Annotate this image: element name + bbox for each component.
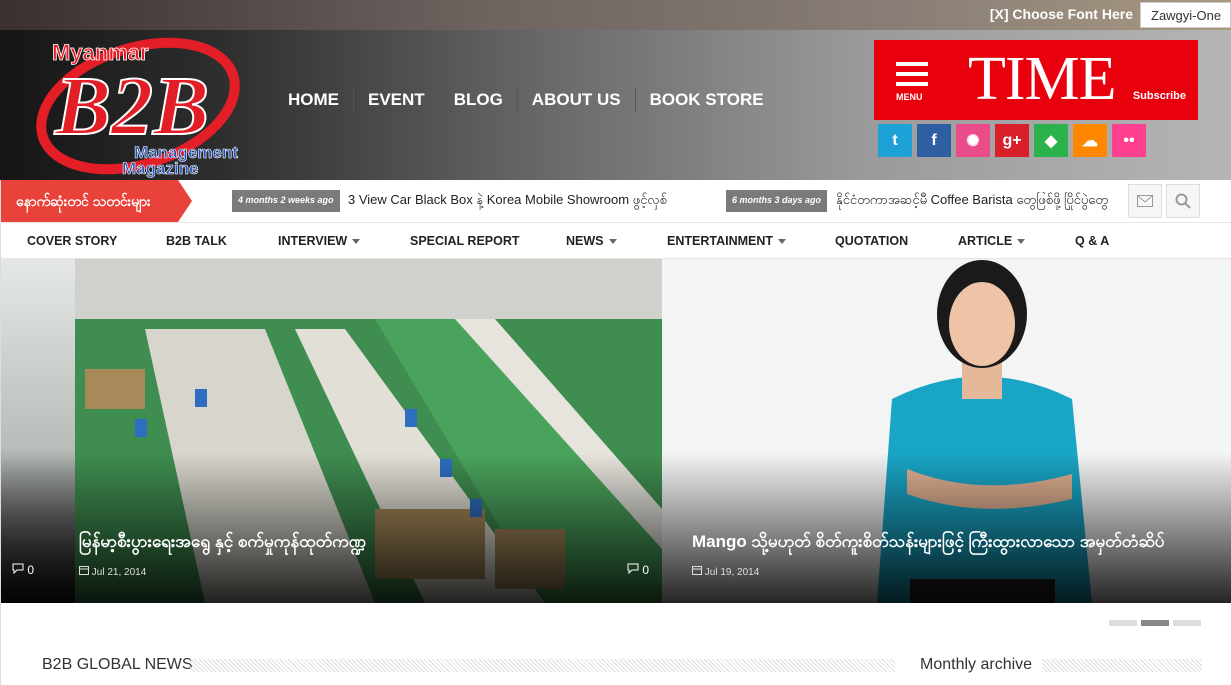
ticker-headline[interactable]: 3 View Car Black Box နဲ့ Korea Mobile Sh… (348, 192, 667, 211)
slider-pagination (1109, 620, 1201, 626)
slider-dot[interactable] (1109, 620, 1137, 626)
ticker-time-badge: 4 months 2 weeks ago (232, 190, 340, 212)
comment-icon (627, 563, 639, 575)
cat-label: SPECIAL REPORT (410, 234, 520, 248)
cat-label: INTERVIEW (278, 234, 348, 248)
slide-title[interactable]: မြန်မာ့စီးပွားရေးအရွေ နှင့် စက်မှုကုန်ထု… (79, 531, 366, 556)
cat-label: QUOTATION (835, 234, 909, 248)
cat-special-report[interactable]: SPECIAL REPORT (410, 234, 520, 248)
cat-label: B2B TALK (166, 234, 227, 248)
feedly-icon[interactable]: ◆ (1034, 124, 1068, 157)
cat-article[interactable]: ARTICLE (958, 234, 1026, 248)
nav-home[interactable]: HOME (274, 88, 354, 112)
soundcloud-icon[interactable]: ☁ (1073, 124, 1107, 157)
b2b-logo[interactable]: B2B Myanmar Management Magazine (30, 34, 270, 178)
ad-menu-label: MENU (896, 92, 923, 102)
comment-icon (12, 563, 24, 575)
slide-mango[interactable]: Mango သို့မဟုတ် စိတ်ကူးစိတ်သန်းများဖြင့်… (662, 259, 1231, 603)
cat-label: ENTERTAINMENT (667, 234, 774, 248)
chevron-down-icon (608, 239, 617, 245)
google-plus-icon[interactable]: g+ (995, 124, 1029, 157)
logo-mark: B2B (54, 60, 209, 153)
slider-dot[interactable] (1173, 620, 1201, 626)
cat-q-and-a[interactable]: Q & A (1075, 234, 1109, 248)
slide-title[interactable]: Mango သို့မဟုတ် စိတ်ကူးစိတ်သန်းများဖြင့်… (692, 531, 1164, 556)
nav-blog[interactable]: BLOG (440, 88, 518, 112)
nav-event[interactable]: EVENT (354, 88, 440, 112)
ad-subscribe: Subscribe (1132, 90, 1186, 102)
cat-news[interactable]: NEWS (566, 234, 617, 248)
cat-label: ARTICLE (958, 234, 1013, 248)
section-divider (190, 659, 895, 672)
time-ad-banner[interactable]: MENU TIME Subscribe (874, 40, 1198, 120)
section-title-global-news: B2B GLOBAL NEWS (42, 656, 193, 673)
flickr-icon[interactable]: •• (1112, 124, 1146, 157)
search-icon[interactable] (1166, 184, 1200, 218)
cat-entertainment[interactable]: ENTERTAINMENT (667, 234, 787, 248)
nav-about-us[interactable]: ABOUT US (518, 88, 636, 112)
logo-line1: Myanmar (52, 40, 149, 65)
slide-comment-count: 0 (627, 563, 649, 577)
twitter-icon[interactable]: t (878, 124, 912, 157)
slider-dot[interactable] (1141, 620, 1169, 626)
nav-book-store[interactable]: BOOK STORE (636, 88, 778, 112)
featured-slider: 0 မြန်မာ့စီးပွားရေးအရွေ နှင့် စက်မှုကုန်… (0, 259, 1231, 603)
facebook-icon[interactable]: f (917, 124, 951, 157)
cat-cover-story[interactable]: COVER STORY (27, 234, 117, 248)
top-strip: [X] Choose Font Here Zawgyi-One (0, 0, 1231, 30)
page-border (0, 180, 1, 685)
slide-factory[interactable]: မြန်မာ့စီးပွားရေးအရွေ နှင့် စက်မှုကုန်ထု… (75, 259, 662, 603)
slide-date: Jul 19, 2014 (692, 565, 759, 578)
social-icons: t f ✺ g+ ◆ ☁ •• (878, 124, 1146, 157)
section-divider (1042, 659, 1202, 672)
slide-date: Jul 21, 2014 (79, 565, 146, 578)
section-title-monthly-archive: Monthly archive (920, 656, 1033, 673)
calendar-icon (692, 566, 702, 575)
choose-font-link[interactable]: [X] Choose Font Here (990, 6, 1133, 22)
main-nav: HOME EVENT BLOG ABOUT US BOOK STORE (274, 88, 778, 112)
calendar-icon (79, 566, 89, 575)
cat-label: NEWS (566, 234, 604, 248)
cat-b2b-talk[interactable]: B2B TALK (166, 234, 227, 248)
ticker-time-badge: 6 months 3 days ago (726, 190, 828, 212)
ad-brand: TIME (968, 45, 1117, 113)
logo-line3: Magazine (122, 159, 199, 178)
cat-label: COVER STORY (27, 234, 118, 248)
ticker-headline[interactable]: နိုင်ငံတကာအဆင့်မီ Coffee Barista တွေဖြစ်… (836, 192, 1126, 211)
slide-comment-count: 0 (12, 563, 34, 577)
site-header: B2B Myanmar Management Magazine HOME EVE… (0, 30, 1231, 180)
cat-label: Q & A (1075, 234, 1110, 248)
hamburger-icon (896, 62, 928, 92)
ticker-label: နောက်ဆုံးတင် သတင်းများ (0, 180, 192, 222)
prev-slide-peek[interactable]: 0 (0, 259, 75, 603)
font-select[interactable]: Zawgyi-One (1140, 2, 1231, 28)
dribbble-icon[interactable]: ✺ (956, 124, 990, 157)
category-menu: COVER STORY B2B TALK INTERVIEW SPECIAL R… (0, 222, 1231, 259)
chevron-down-icon (778, 239, 787, 245)
cat-interview[interactable]: INTERVIEW (278, 234, 361, 248)
cat-quotation[interactable]: QUOTATION (835, 234, 908, 248)
mail-icon[interactable] (1128, 184, 1162, 218)
chevron-down-icon (352, 239, 361, 245)
chevron-down-icon (1017, 239, 1026, 245)
news-ticker: နောက်ဆုံးတင် သတင်းများ 4 months 2 weeks … (0, 180, 1231, 222)
